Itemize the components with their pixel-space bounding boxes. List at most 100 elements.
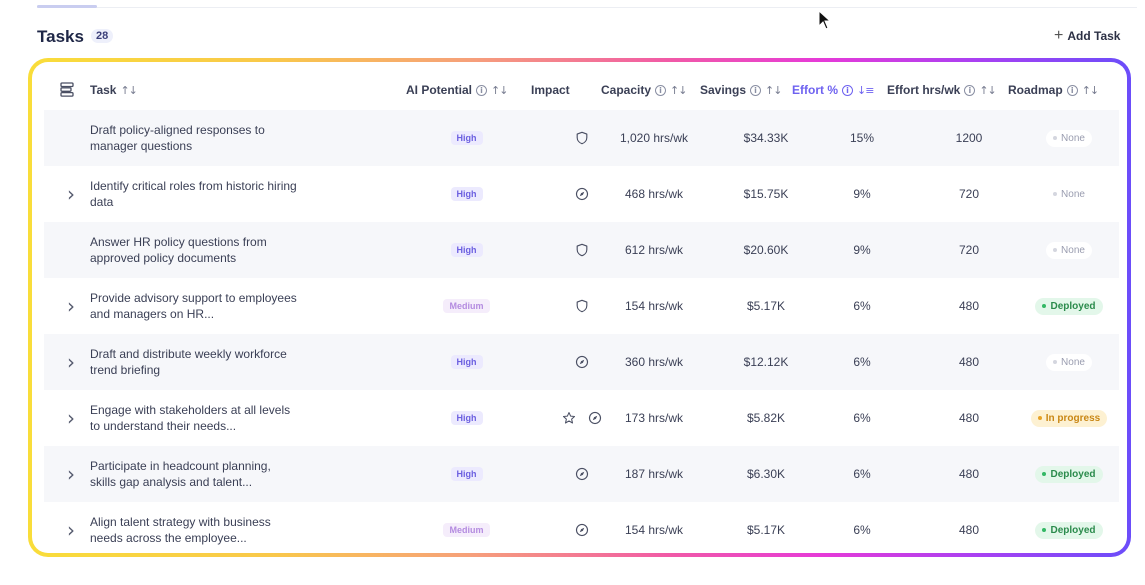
sort-icon[interactable]: ↑↓ [765, 84, 782, 97]
expand-chevron-icon[interactable]: › [64, 446, 78, 502]
task-name-text: Provide advisory support to employees an… [90, 291, 297, 321]
capacity-cell-value: 187 hrs/wk [624, 467, 684, 481]
capacity-cell: 1,020 hrs/wk [604, 110, 704, 166]
table-row[interactable]: › Draft and distribute weekly workforce t… [44, 334, 1119, 390]
tasks-table: Task ↑↓ AI Potential i ↑↓ Impact Capacit… [32, 62, 1127, 553]
status-dot-icon [1037, 416, 1042, 420]
roadmap-status-label: None [1061, 188, 1085, 200]
task-name[interactable]: Align talent strategy with business need… [90, 502, 300, 553]
add-task-button[interactable]: + Add Task [1045, 23, 1130, 49]
roadmap-cell[interactable]: Deployed [1019, 278, 1119, 334]
sort-descending-icon[interactable]: ↓≡ [857, 84, 874, 97]
table-row[interactable]: › Provide advisory support to employees a… [44, 278, 1119, 334]
task-name[interactable]: Answer HR policy questions from approved… [90, 222, 300, 278]
task-name[interactable]: Identify critical roles from historic hi… [90, 166, 300, 222]
roadmap-status-badge[interactable]: None [1046, 241, 1092, 259]
ai-potential-badge: High [450, 131, 483, 145]
roadmap-status-badge[interactable]: None [1046, 353, 1092, 371]
compass-icon [574, 522, 590, 538]
status-dot-icon [1042, 528, 1047, 532]
plus-icon: + [1054, 27, 1064, 44]
expand-chevron-icon[interactable]: › [64, 334, 78, 390]
info-icon[interactable]: i [964, 84, 976, 96]
ai-potential-cell: High [424, 110, 509, 166]
table-row[interactable]: › Participate in headcount planning, skil… [44, 446, 1119, 502]
roadmap-status-label: None [1061, 356, 1085, 368]
savings-cell-value: $20.60K [743, 243, 789, 257]
roadmap-cell[interactable]: None [1019, 222, 1119, 278]
roadmap-status-badge[interactable]: None [1046, 185, 1092, 203]
ai-potential-cell: High [424, 334, 509, 390]
sort-icon[interactable]: ↑↓ [670, 84, 687, 97]
ai-potential-cell: Medium [424, 278, 509, 334]
roadmap-cell[interactable]: Deployed [1019, 502, 1119, 553]
roadmap-status-badge[interactable]: Deployed [1035, 465, 1103, 483]
roadmap-cell[interactable]: None [1019, 166, 1119, 222]
roadmap-status-badge[interactable]: Deployed [1035, 521, 1103, 539]
task-count-badge: 28 [91, 29, 114, 43]
status-dot-icon [1053, 248, 1058, 252]
task-name[interactable]: Engage with stakeholders at all levels t… [90, 390, 300, 446]
capacity-cell-value: 154 hrs/wk [624, 523, 684, 537]
column-settings-icon[interactable] [60, 82, 74, 97]
ai-potential-cell: High [424, 166, 509, 222]
roadmap-status-label: None [1061, 132, 1085, 144]
sort-icon[interactable]: ↑↓ [979, 84, 996, 97]
task-name[interactable]: Provide advisory support to employees an… [90, 278, 300, 334]
effort-pct-cell-value: 6% [853, 467, 871, 481]
sort-icon[interactable]: ↑↓ [491, 84, 508, 97]
savings-cell: $12.12K [716, 334, 816, 390]
expand-chevron-icon[interactable]: › [64, 278, 78, 334]
task-name[interactable]: Participate in headcount planning, skill… [90, 446, 300, 502]
roadmap-status-badge[interactable]: Deployed [1035, 297, 1103, 315]
mouse-cursor-icon [818, 10, 832, 30]
expand-chevron-icon[interactable]: › [64, 502, 78, 553]
roadmap-status-label: Deployed [1050, 300, 1096, 312]
info-icon[interactable]: i [842, 84, 853, 96]
table-row[interactable]: › Identify critical roles from historic h… [44, 166, 1119, 222]
sort-icon[interactable]: ↑↓ [1082, 84, 1099, 97]
roadmap-status-badge[interactable]: In progress [1030, 409, 1108, 427]
task-name-text: Participate in headcount planning, skill… [90, 459, 271, 489]
info-icon[interactable]: i [750, 84, 762, 96]
savings-cell-value: $5.17K [746, 523, 786, 537]
task-name-text: Identify critical roles from historic hi… [90, 179, 297, 209]
table-row[interactable]: Draft policy-aligned responses to manage… [44, 110, 1119, 166]
effort-pct-cell: 6% [812, 390, 912, 446]
effort-hrs-cell-value: 480 [958, 467, 980, 481]
info-icon[interactable]: i [655, 84, 667, 96]
info-icon[interactable]: i [1066, 84, 1078, 96]
sort-icon[interactable]: ↑↓ [120, 84, 137, 97]
active-tab-indicator [37, 5, 97, 8]
expand-chevron-icon[interactable]: › [64, 390, 78, 446]
column-header-label: Effort hrs/wk [887, 83, 961, 97]
savings-cell: $5.17K [716, 502, 816, 553]
roadmap-status-badge[interactable]: None [1046, 129, 1092, 147]
savings-cell: $15.75K [716, 166, 816, 222]
roadmap-cell[interactable]: None [1019, 110, 1119, 166]
table-row[interactable]: › Align talent strategy with business nee… [44, 502, 1119, 553]
roadmap-cell[interactable]: Deployed [1019, 446, 1119, 502]
expand-chevron-icon[interactable]: › [64, 166, 78, 222]
compass-icon [587, 410, 603, 426]
task-name[interactable]: Draft policy-aligned responses to manage… [90, 110, 300, 166]
effort-pct-cell-value: 9% [853, 187, 871, 201]
capacity-cell-value: 612 hrs/wk [624, 243, 684, 257]
status-dot-icon [1042, 472, 1047, 476]
roadmap-status-label: None [1061, 244, 1085, 256]
task-name-text: Draft policy-aligned responses to manage… [90, 123, 265, 153]
info-icon[interactable]: i [476, 84, 488, 96]
roadmap-status-label: In progress [1045, 412, 1101, 424]
capacity-cell-value: 360 hrs/wk [624, 355, 684, 369]
table-row[interactable]: › Engage with stakeholders at all levels … [44, 390, 1119, 446]
roadmap-cell[interactable]: None [1019, 334, 1119, 390]
roadmap-cell[interactable]: In progress [1019, 390, 1119, 446]
effort-hrs-cell: 720 [914, 222, 1024, 278]
effort-hrs-cell: 480 [914, 278, 1024, 334]
effort-hrs-cell: 480 [914, 334, 1024, 390]
table-row[interactable]: Answer HR policy questions from approved… [44, 222, 1119, 278]
status-dot-icon [1042, 304, 1047, 308]
savings-cell-value: $12.12K [743, 355, 789, 369]
task-name[interactable]: Draft and distribute weekly workforce tr… [90, 334, 300, 390]
capacity-cell: 154 hrs/wk [604, 278, 704, 334]
